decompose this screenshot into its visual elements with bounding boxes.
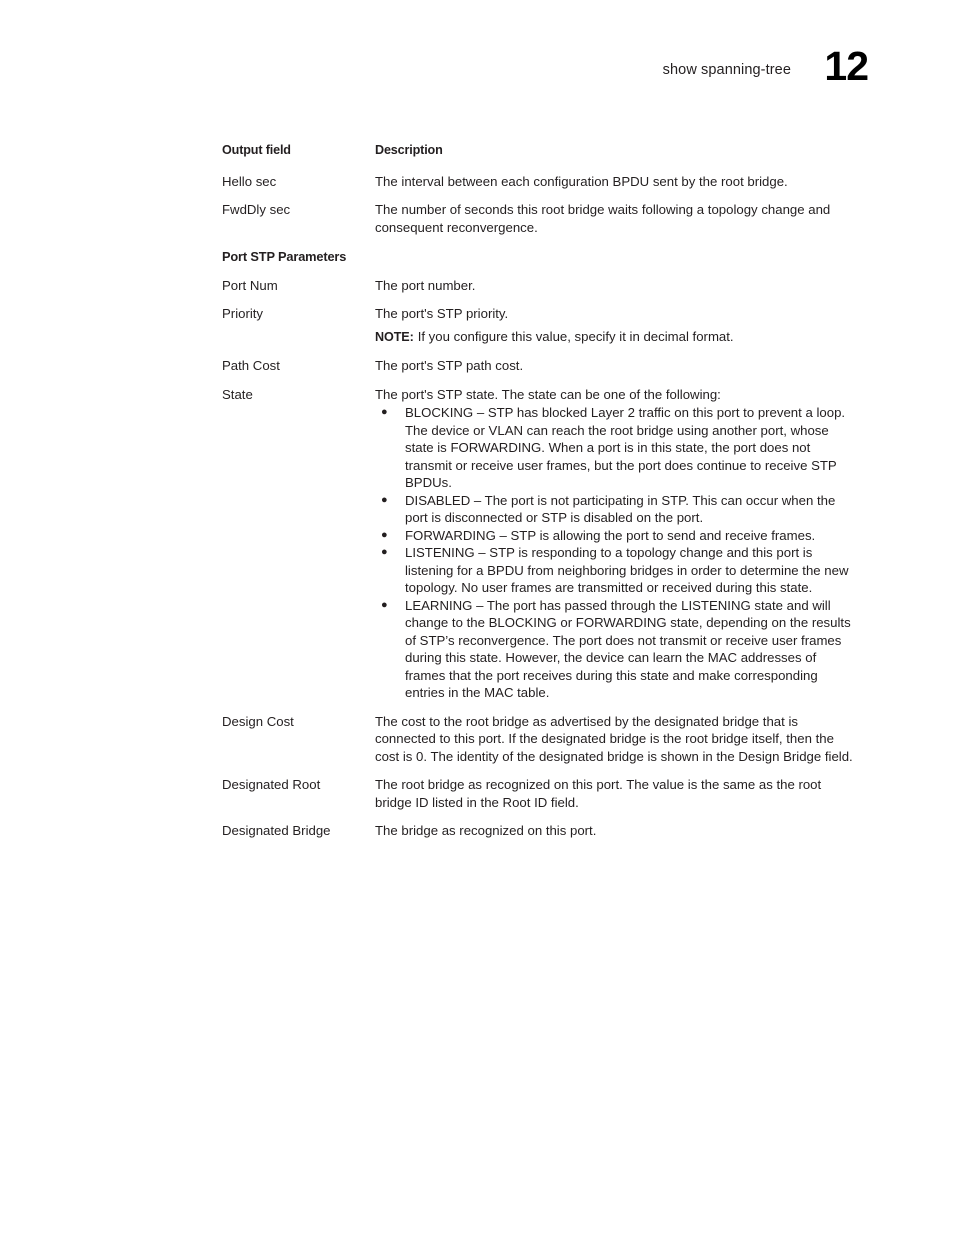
section-heading: Port STP Parameters	[222, 249, 347, 264]
list-item: ● FORWARDING – STP is allowing the port …	[375, 527, 854, 545]
list-item: ● LEARNING – The port has passed through…	[375, 597, 854, 702]
column-header-output-field: Output field	[222, 143, 291, 157]
table-row: Hello sec The interval between each conf…	[222, 173, 854, 191]
list-item: ● BLOCKING – STP has blocked Layer 2 tra…	[375, 404, 854, 492]
state-intro-text: The port's STP state. The state can be o…	[375, 386, 721, 402]
list-item-text: LEARNING – The port has passed through t…	[405, 597, 851, 701]
list-item: ● LISTENING – STP is responding to a top…	[375, 544, 854, 597]
list-item-text: DISABLED – The port is not participating…	[405, 492, 836, 526]
note-label: NOTE:	[375, 329, 414, 344]
table-row: Path Cost The port's STP path cost.	[222, 357, 854, 375]
table-row: FwdDly sec The number of seconds this ro…	[222, 201, 854, 236]
bullet-icon: ●	[381, 528, 388, 541]
bullet-icon: ●	[381, 493, 388, 506]
field-name: Designated Bridge	[222, 823, 331, 838]
field-description: The port's STP state. The state can be o…	[375, 386, 854, 702]
table-row: Designated Root The root bridge as recog…	[222, 776, 854, 811]
list-item-text: LISTENING – STP is responding to a topol…	[405, 545, 849, 595]
table-row: Design Cost The cost to the root bridge …	[222, 713, 854, 766]
field-description: The port number.	[375, 277, 476, 293]
list-item-text: FORWARDING – STP is allowing the port to…	[405, 527, 816, 543]
bullet-icon: ●	[381, 546, 388, 558]
field-name: Design Cost	[222, 713, 294, 729]
field-description: The port's STP priority. NOTE: If you con…	[375, 305, 854, 346]
note-text: If you configure this value, specify it …	[417, 328, 734, 344]
bullet-icon: ●	[381, 598, 388, 611]
field-name: Path Cost	[222, 358, 280, 373]
state-list: ● BLOCKING – STP has blocked Layer 2 tra…	[375, 404, 854, 702]
table-section-heading-row: Port STP Parameters	[222, 248, 854, 266]
field-description: The root bridge as recognized on this po…	[375, 777, 822, 810]
list-item: ● DISABLED – The port is not participati…	[375, 492, 854, 527]
field-description: The number of seconds this root bridge w…	[375, 202, 831, 235]
field-name: Port Num	[222, 277, 278, 293]
field-name: Designated Root	[222, 777, 321, 792]
running-head: show spanning-tree 12	[0, 46, 954, 106]
field-name: FwdDly sec	[222, 202, 291, 217]
page-number: 12	[824, 43, 869, 89]
list-item-text: BLOCKING – STP has blocked Layer 2 traff…	[405, 405, 846, 490]
field-name: Priority	[222, 306, 264, 321]
table-header-row: Output field Description	[222, 142, 854, 160]
field-name: Hello sec	[222, 173, 277, 189]
field-name: State	[222, 386, 253, 402]
output-field-table: Output field Description Hello sec The i…	[222, 142, 854, 851]
bullet-icon: ●	[381, 406, 388, 418]
field-description: The port's STP path cost.	[375, 358, 524, 373]
table-row: Designated Bridge The bridge as recogniz…	[222, 822, 854, 840]
table-row: Port Num The port number.	[222, 277, 854, 295]
running-head-title: show spanning-tree	[662, 62, 791, 78]
table-row: Priority The port's STP priority. NOTE: I…	[222, 305, 854, 346]
field-description: The bridge as recognized on this port.	[375, 823, 597, 838]
note-line: NOTE: If you configure this value, specif…	[375, 328, 854, 347]
field-description-text: The port's STP priority.	[375, 306, 509, 321]
field-description: The interval between each configuration …	[375, 173, 788, 189]
document-page: show spanning-tree 12 Output field Descr…	[0, 0, 954, 1235]
table-row: State The port's STP state. The state ca…	[222, 386, 854, 702]
column-header-description: Description	[375, 143, 443, 157]
field-description: The cost to the root bridge as advertise…	[375, 713, 853, 764]
